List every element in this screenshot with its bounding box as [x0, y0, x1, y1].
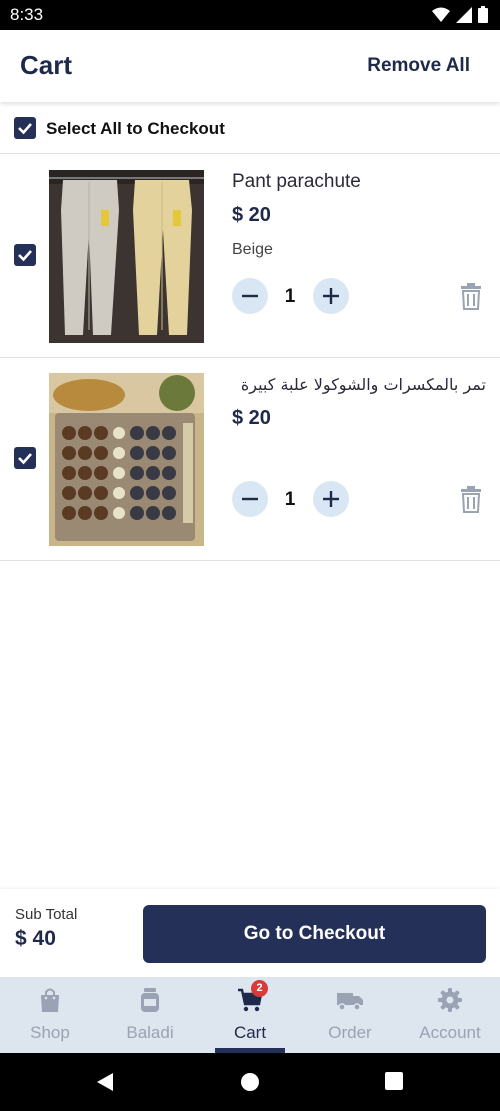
- delete-item-button[interactable]: [459, 486, 483, 514]
- status-bar: 8:33: [0, 0, 500, 30]
- decrease-quantity-button[interactable]: [232, 278, 268, 314]
- trash-icon: [461, 486, 481, 513]
- status-time: 8:33: [10, 5, 44, 24]
- decrease-quantity-button[interactable]: [232, 481, 268, 517]
- nav-label: Cart: [233, 1023, 267, 1042]
- nav-item-shop[interactable]: Shop: [0, 977, 100, 1053]
- check-icon: [18, 453, 32, 465]
- product-variant: Beige: [232, 241, 273, 258]
- plus-icon: [323, 288, 339, 304]
- back-icon[interactable]: [95, 1072, 115, 1092]
- increase-quantity-button[interactable]: [313, 481, 349, 517]
- status-icons: [432, 6, 488, 23]
- increase-quantity-button[interactable]: [313, 278, 349, 314]
- subtotal-value: $ 40: [15, 927, 56, 950]
- checkout-summary: Sub Total $ 40 Go to Checkout: [0, 889, 500, 977]
- go-to-checkout-button[interactable]: Go to Checkout: [143, 905, 486, 963]
- product-price: $ 20: [232, 204, 271, 226]
- signal-icon: [456, 6, 472, 23]
- nav-label: Account: [419, 1023, 481, 1042]
- home-icon[interactable]: [240, 1072, 260, 1092]
- page-title: Cart: [20, 50, 73, 80]
- select-all-checkbox[interactable]: [14, 117, 36, 139]
- remove-all-button[interactable]: Remove All: [367, 55, 470, 77]
- nav-label: Order: [328, 1023, 372, 1042]
- quantity-value: 1: [284, 489, 296, 510]
- cart-item: تمر بالمكسرات والشوكولا علبة كبيرة $ 20 …: [0, 359, 500, 561]
- quantity-value: 1: [284, 286, 296, 307]
- jar-icon: [141, 988, 159, 1012]
- product-price: $ 20: [232, 407, 271, 429]
- nav-item-account[interactable]: Account: [400, 977, 500, 1053]
- wifi-icon: [432, 7, 450, 22]
- recents-icon[interactable]: [385, 1072, 403, 1090]
- app-header: Cart Remove All: [0, 30, 500, 102]
- product-image-dates[interactable]: [49, 373, 204, 546]
- item-checkbox[interactable]: [14, 447, 36, 469]
- delete-item-button[interactable]: [459, 283, 483, 311]
- nav-label: Baladi: [126, 1023, 174, 1042]
- product-image-pants[interactable]: [49, 170, 204, 343]
- system-nav-bar: [0, 1053, 500, 1111]
- check-icon: [18, 123, 32, 135]
- plus-icon: [323, 491, 339, 507]
- nav-item-cart[interactable]: 2 Cart: [200, 977, 300, 1053]
- cart-count-badge: 2: [251, 980, 268, 997]
- minus-icon: [242, 497, 258, 501]
- trash-icon: [461, 283, 481, 310]
- select-all-row: Select All to Checkout: [0, 104, 500, 154]
- nav-item-baladi[interactable]: Baladi: [100, 977, 200, 1053]
- check-icon: [18, 250, 32, 262]
- gear-icon: [438, 988, 462, 1012]
- minus-icon: [242, 294, 258, 298]
- subtotal-label: Sub Total: [15, 906, 78, 923]
- nav-label: Shop: [30, 1023, 70, 1042]
- nav-item-order[interactable]: Order: [300, 977, 400, 1053]
- product-name: Pant parachute: [232, 171, 361, 192]
- item-checkbox[interactable]: [14, 244, 36, 266]
- bottom-nav: Shop Baladi 2 Cart Order Account: [0, 977, 500, 1053]
- truck-icon: [337, 993, 363, 1011]
- shopping-bag-icon: [41, 988, 59, 1012]
- battery-icon: [478, 6, 488, 23]
- product-name: تمر بالمكسرات والشوكولا علبة كبيرة: [240, 375, 486, 394]
- select-all-label: Select All to Checkout: [46, 119, 225, 138]
- cart-item: Pant parachute $ 20 Beige 1: [0, 156, 500, 358]
